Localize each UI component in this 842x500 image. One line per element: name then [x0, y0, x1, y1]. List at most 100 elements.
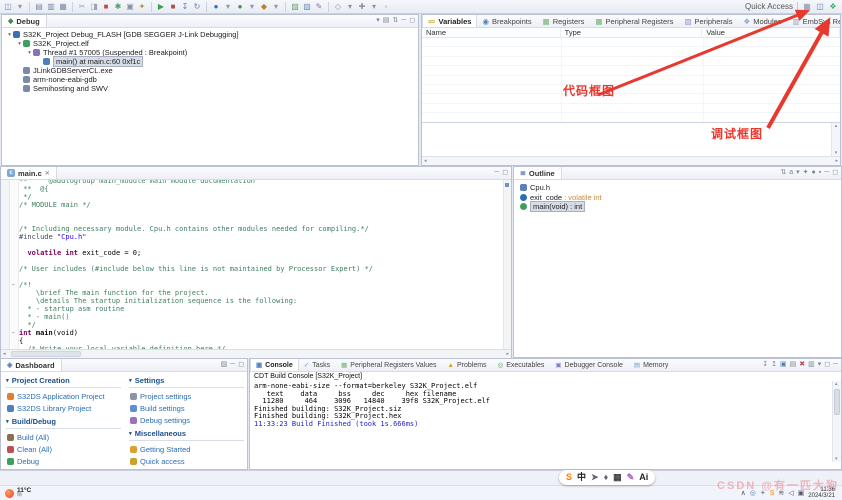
view-toolbar-icon[interactable]: ─ [824, 168, 829, 178]
tray-expand-icon[interactable]: ∧ [741, 489, 746, 497]
tab-breakpoints[interactable]: ◉Breakpoints [477, 15, 537, 28]
toolbar-icon[interactable]: ● [235, 1, 245, 12]
volume-icon[interactable]: ◁ [788, 489, 793, 497]
network-icon[interactable]: ≋ [778, 489, 784, 497]
collapse-icon[interactable]: ▾ [129, 431, 132, 437]
view-toolbar-icon[interactable]: ● [812, 168, 816, 178]
toolbar-icon[interactable]: ▤ [34, 1, 44, 12]
toolbar-icon[interactable]: ✦ [137, 1, 147, 12]
toolbar-icon[interactable]: ◇ [333, 1, 343, 12]
dashboard-link-s32ds-library-project[interactable]: S32DS Library Project [6, 402, 121, 414]
dashboard-link-quick-access[interactable]: Quick access [129, 455, 244, 467]
toolbar-icon[interactable]: ◆ [259, 1, 269, 12]
toolbar-icon[interactable]: ◨ [89, 1, 99, 12]
view-toolbar-icon[interactable]: ─ [401, 16, 406, 26]
detail-vertical-scrollbar[interactable]: ▴▾ [831, 123, 840, 156]
toolbar-icon[interactable]: ▾ [271, 1, 281, 12]
console-output[interactable]: arm-none-eabi-size --format=berkeley S32… [250, 381, 841, 462]
debug-perspective-icon[interactable]: ❖ [828, 1, 838, 12]
collapse-icon[interactable]: ▾ [129, 378, 132, 384]
scrollbar-thumb[interactable] [834, 389, 840, 415]
tab-problems[interactable]: ▲Problems [443, 359, 493, 372]
view-toolbar-icon[interactable]: ▥ [808, 360, 815, 370]
variables-detail-pane[interactable]: ▴▾ [422, 122, 840, 156]
dashboard-link-debug[interactable]: Debug [6, 455, 121, 467]
dashboard-link-build-settings[interactable]: Build settings [129, 402, 244, 414]
toolbar-icon[interactable]: ▾ [247, 1, 257, 12]
dashboard-link-project-settings[interactable]: Project settings [129, 390, 244, 402]
editor-horizontal-scrollbar[interactable]: ◂ ▸ [1, 349, 511, 358]
section-title[interactable]: ▾Build/Debug [6, 417, 121, 429]
section-title[interactable]: ▾Project Creation [6, 376, 121, 388]
view-toolbar-icon[interactable]: ▤ [383, 16, 390, 26]
toolbar-icon[interactable]: ▥ [46, 1, 56, 12]
collapse-icon[interactable]: ▾ [6, 378, 9, 384]
keyboard-icon[interactable]: ▦ [613, 470, 622, 485]
view-toolbar-icon[interactable]: ─ [494, 168, 499, 178]
debug-tree-row[interactable]: arm-none-eabi-gdb [2, 75, 418, 84]
toolbar-icon[interactable]: ▾ [369, 1, 379, 12]
tab-dashboard[interactable]: ◈ Dashboard [1, 359, 62, 372]
view-toolbar-icon[interactable]: ◻ [238, 360, 244, 370]
view-toolbar-icon[interactable]: ─ [230, 360, 235, 370]
view-toolbar-icon[interactable]: ▣ [780, 360, 787, 370]
fold-marker-icon[interactable]: − [1, 281, 19, 289]
toolbar-icon[interactable]: ▾ [345, 1, 355, 12]
expander-icon[interactable]: ▾ [16, 41, 23, 47]
view-toolbar-icon[interactable]: ▨ [221, 360, 228, 370]
toolbar-icon[interactable]: ↧ [180, 1, 190, 12]
column-header-name[interactable]: Name [422, 28, 561, 38]
toolbar-icon[interactable]: ✚ [357, 1, 367, 12]
debug-tree-row[interactable]: Semihosting and SWV [2, 84, 418, 93]
open-perspective-icon[interactable]: ▦ [802, 1, 812, 12]
location-icon[interactable]: ◎ [750, 489, 756, 497]
sogou-icon[interactable]: S [566, 470, 572, 485]
toolbar-icon[interactable]: ↻ [192, 1, 202, 12]
tab-console[interactable]: ▣Console [250, 359, 299, 372]
toolbar-icon[interactable]: ▧ [302, 1, 312, 12]
debug-tree-row[interactable]: ▾S32K_Project.elf [2, 39, 418, 48]
view-toolbar-icon[interactable]: ▾ [818, 360, 822, 370]
tab-embsys-registers[interactable]: ▥EmbSys Registers [788, 15, 840, 28]
tab-debugger-console[interactable]: ▣Debugger Console [550, 359, 629, 372]
view-toolbar-icon[interactable]: ↧ [762, 360, 768, 370]
safety-icon[interactable]: ✦ [760, 489, 766, 497]
toolbar-icon[interactable]: ▨ [290, 1, 300, 12]
column-header-type[interactable]: Type [561, 28, 703, 38]
view-toolbar-icon[interactable]: ✦ [803, 168, 809, 178]
outline-item[interactable]: main(void) : int [514, 202, 841, 212]
debug-tree-row[interactable]: main() at main.c:60 0xf1c [2, 57, 418, 66]
debug-tree-row[interactable]: JLinkGDBServerCL.exe [2, 66, 418, 75]
variables-horizontal-scrollbar[interactable]: ◂▸ [422, 156, 840, 165]
tab-tasks[interactable]: ✓Tasks [299, 359, 336, 372]
toolbar-icon[interactable]: ▾ [15, 1, 25, 12]
mic-icon[interactable]: ♦ [604, 470, 609, 485]
cursor-icon[interactable]: ➤ [591, 470, 599, 485]
tab-peripheral-registers-values[interactable]: ▦Peripheral Registers Values [336, 359, 442, 372]
quick-access-button[interactable]: Quick Access [745, 2, 793, 11]
sogou-tray-icon[interactable]: S [770, 490, 775, 497]
variables-table-body[interactable] [422, 38, 840, 122]
scroll-right-icon[interactable]: ▸ [506, 351, 509, 357]
view-toolbar-icon[interactable]: ✖ [799, 360, 805, 370]
toolbar-icon[interactable]: ◦ [381, 1, 391, 12]
taskbar-clock[interactable]: 11:36 2024/3/21 [808, 487, 839, 500]
view-toolbar-icon[interactable]: ▾ [376, 16, 380, 26]
column-header-value[interactable]: Value [702, 28, 840, 38]
dashboard-link-s32ds-application-project[interactable]: S32DS Application Project [6, 390, 121, 402]
toolbar-icon[interactable]: ● [211, 1, 221, 12]
toolbar-icon[interactable]: ■ [168, 1, 178, 12]
toolbar-icon[interactable]: ✂ [77, 1, 87, 12]
tab-registers[interactable]: ▦Registers [538, 15, 591, 28]
tab-peripheral-registers[interactable]: ▦Peripheral Registers [590, 15, 679, 28]
view-toolbar-icon[interactable]: ◻ [832, 168, 838, 178]
dashboard-link-clean-all-[interactable]: Clean (All) [6, 443, 121, 455]
toolbar-icon[interactable]: ✱ [113, 1, 123, 12]
weather-widget[interactable]: 11°C 晴 [0, 488, 31, 499]
section-title[interactable]: ▾Miscellaneous [129, 429, 244, 441]
view-toolbar-icon[interactable]: ◻ [502, 168, 508, 178]
view-toolbar-icon[interactable]: ▪ [819, 168, 821, 178]
tab-outline[interactable]: ≣ Outline [514, 167, 562, 180]
toolbar-icon[interactable]: ▣ [125, 1, 135, 12]
console-vertical-scrollbar[interactable]: ▴ ▾ [832, 381, 841, 462]
